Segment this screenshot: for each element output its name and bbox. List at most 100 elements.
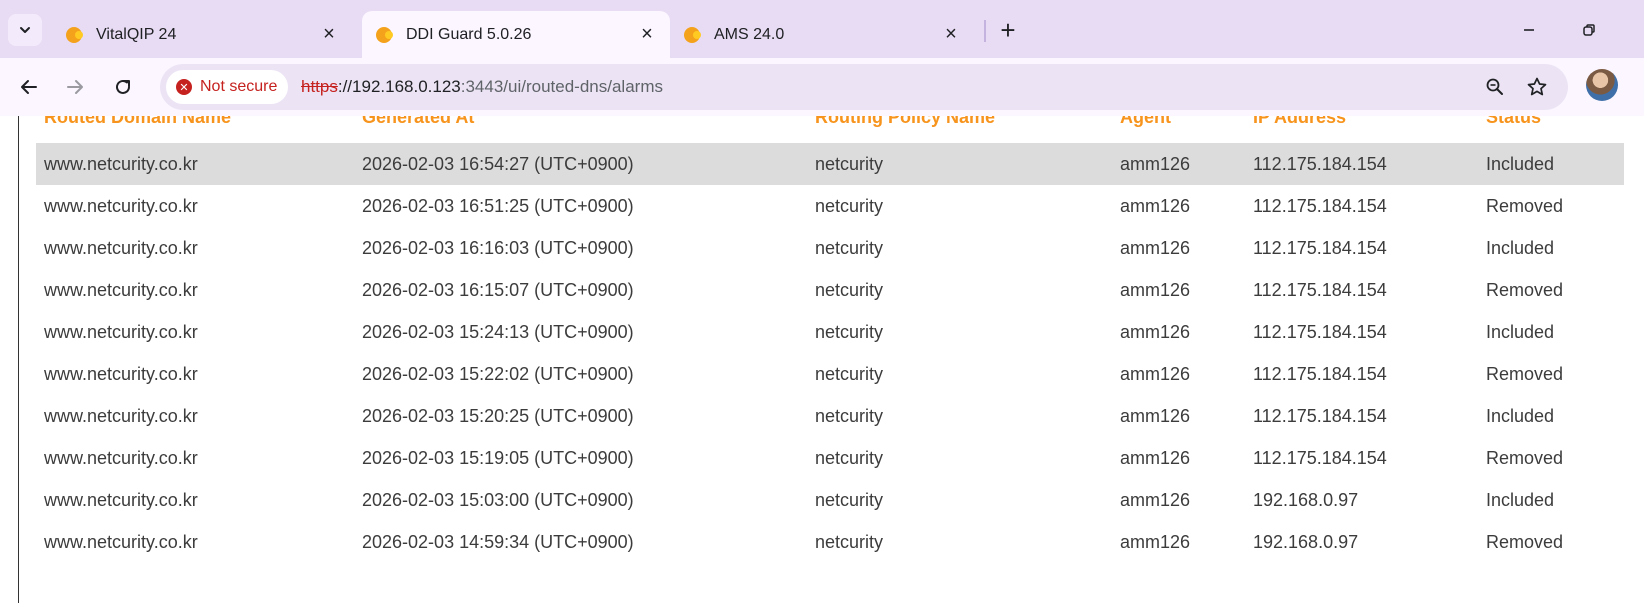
tab-title: AMS 24.0 <box>714 25 785 43</box>
column-header-domain[interactable]: Routed Domain Name <box>44 116 231 128</box>
cell-ip: 112.175.184.154 <box>1253 238 1387 258</box>
column-header-ip[interactable]: IP Address <box>1253 116 1346 128</box>
cell-policy: netcurity <box>815 154 884 174</box>
cell-domain: www.netcurity.co.kr <box>44 154 198 174</box>
column-header-status[interactable]: Status <box>1486 116 1541 128</box>
column-header-agent[interactable]: Agent <box>1120 116 1171 128</box>
tab-close-icon[interactable]: × <box>636 23 658 45</box>
cell-generated-at: 2026-02-03 16:51:25 (UTC+0900) <box>362 196 634 216</box>
tab-favicon-icon <box>376 26 392 43</box>
address-bar[interactable]: ✕ Not secure https://192.168.0.123:3443/… <box>160 64 1568 110</box>
cell-agent: amm126 <box>1120 406 1191 426</box>
forward-button[interactable] <box>56 68 94 106</box>
cell-status: Included <box>1486 406 1555 426</box>
cell-domain: www.netcurity.co.kr <box>44 490 198 510</box>
reload-button[interactable] <box>104 68 142 106</box>
browser-toolbar: ✕ Not secure https://192.168.0.123:3443/… <box>0 58 1644 116</box>
restore-icon[interactable] <box>1572 14 1606 46</box>
table-row[interactable]: www.netcurity.co.kr 2026-02-03 16:54:27 … <box>36 143 1624 185</box>
table-row[interactable]: www.netcurity.co.kr 2026-02-03 14:59:34 … <box>36 521 1624 563</box>
cell-policy: netcurity <box>815 490 884 510</box>
reload-icon <box>116 79 130 94</box>
cell-domain: www.netcurity.co.kr <box>44 532 198 552</box>
cell-agent: amm126 <box>1120 364 1191 384</box>
table-row[interactable]: www.netcurity.co.kr 2026-02-03 16:15:07 … <box>36 269 1624 311</box>
bookmark-star-icon[interactable] <box>1522 72 1552 102</box>
arrow-left-icon <box>21 80 37 94</box>
cell-agent: amm126 <box>1120 448 1191 468</box>
cell-status: Removed <box>1486 280 1564 300</box>
column-header-policy[interactable]: Routing Policy Name <box>815 116 995 128</box>
cell-policy: netcurity <box>815 364 884 384</box>
tab-favicon-icon <box>66 26 82 43</box>
cell-domain: www.netcurity.co.kr <box>44 406 198 426</box>
table-row[interactable]: www.netcurity.co.kr 2026-02-03 16:51:25 … <box>36 185 1624 227</box>
cell-ip: 192.168.0.97 <box>1253 532 1359 552</box>
cell-domain: www.netcurity.co.kr <box>44 238 198 258</box>
table-row[interactable]: www.netcurity.co.kr 2026-02-03 15:19:05 … <box>36 437 1624 479</box>
security-chip-label: Not secure <box>200 78 278 95</box>
tab-vitalqip[interactable]: VitalQIP 24 × <box>52 11 352 58</box>
back-button[interactable] <box>10 68 48 106</box>
cell-agent: amm126 <box>1120 322 1191 342</box>
cell-domain: www.netcurity.co.kr <box>44 364 198 384</box>
tab-search-button[interactable] <box>8 14 42 46</box>
tab-close-icon[interactable]: × <box>940 23 962 45</box>
cell-ip: 112.175.184.154 <box>1253 322 1387 342</box>
url-text[interactable]: https://192.168.0.123:3443/ui/routed-dns… <box>301 64 663 110</box>
minimize-icon[interactable] <box>1512 14 1546 46</box>
browser-tabstrip: VitalQIP 24 × DDI Guard 5.0.26 × AMS 24.… <box>0 0 1644 58</box>
cell-status: Included <box>1486 322 1555 342</box>
table-row[interactable]: www.netcurity.co.kr 2026-02-03 15:22:02 … <box>36 353 1624 395</box>
table-header: Routed Domain Name Generated At Routing … <box>36 116 1624 129</box>
table-row[interactable]: www.netcurity.co.kr 2026-02-03 15:24:13 … <box>36 311 1624 353</box>
tab-divider <box>984 20 986 42</box>
cell-policy: netcurity <box>815 532 884 552</box>
cell-ip: 112.175.184.154 <box>1253 364 1387 384</box>
cell-ip: 112.175.184.154 <box>1253 448 1387 468</box>
tab-close-icon[interactable]: × <box>318 23 340 45</box>
cell-status: Included <box>1486 154 1555 174</box>
cell-generated-at: 2026-02-03 15:24:13 (UTC+0900) <box>362 322 634 342</box>
table-row[interactable]: www.netcurity.co.kr 2026-02-03 15:20:25 … <box>36 395 1624 437</box>
cell-generated-at: 2026-02-03 14:59:34 (UTC+0900) <box>362 532 634 552</box>
cell-status: Included <box>1486 238 1555 258</box>
cell-domain: www.netcurity.co.kr <box>44 448 198 468</box>
cell-agent: amm126 <box>1120 196 1191 216</box>
zoom-icon[interactable] <box>1480 72 1510 102</box>
cell-generated-at: 2026-02-03 15:03:00 (UTC+0900) <box>362 490 634 510</box>
table-row[interactable]: www.netcurity.co.kr 2026-02-03 15:03:00 … <box>36 479 1624 521</box>
cell-agent: amm126 <box>1120 280 1191 300</box>
arrow-right-icon <box>67 80 83 94</box>
panel-border <box>18 116 19 603</box>
cell-ip: 112.175.184.154 <box>1253 280 1387 300</box>
tab-favicon-icon <box>684 26 700 43</box>
table-row[interactable]: www.netcurity.co.kr 2026-02-03 16:16:03 … <box>36 227 1624 269</box>
profile-avatar[interactable] <box>1586 69 1618 101</box>
cell-agent: amm126 <box>1120 154 1191 174</box>
cell-policy: netcurity <box>815 322 884 342</box>
cell-status: Removed <box>1486 196 1564 216</box>
cell-generated-at: 2026-02-03 16:54:27 (UTC+0900) <box>362 154 634 174</box>
column-header-generated-at[interactable]: Generated At <box>362 116 474 128</box>
cell-generated-at: 2026-02-03 15:20:25 (UTC+0900) <box>362 406 634 426</box>
alarm-table-body: www.netcurity.co.kr 2026-02-03 16:54:27 … <box>36 143 1624 563</box>
security-chip[interactable]: ✕ Not secure <box>166 70 288 104</box>
cell-agent: amm126 <box>1120 490 1191 510</box>
cell-generated-at: 2026-02-03 15:22:02 (UTC+0900) <box>362 364 634 384</box>
cell-domain: www.netcurity.co.kr <box>44 322 198 342</box>
tab-ddi-guard[interactable]: DDI Guard 5.0.26 × <box>362 11 670 58</box>
cell-generated-at: 2026-02-03 15:19:05 (UTC+0900) <box>362 448 634 468</box>
cell-policy: netcurity <box>815 238 884 258</box>
cell-status: Removed <box>1486 448 1564 468</box>
new-tab-icon[interactable]: + <box>992 14 1024 46</box>
cell-policy: netcurity <box>815 448 884 468</box>
cell-status: Removed <box>1486 532 1564 552</box>
page-content: Routed Domain Name Generated At Routing … <box>0 116 1644 603</box>
chevron-down-icon <box>20 27 30 33</box>
cell-domain: www.netcurity.co.kr <box>44 196 198 216</box>
cell-domain: www.netcurity.co.kr <box>44 280 198 300</box>
cell-policy: netcurity <box>815 280 884 300</box>
cell-policy: netcurity <box>815 196 884 216</box>
tab-ams[interactable]: AMS 24.0 × <box>670 11 974 58</box>
